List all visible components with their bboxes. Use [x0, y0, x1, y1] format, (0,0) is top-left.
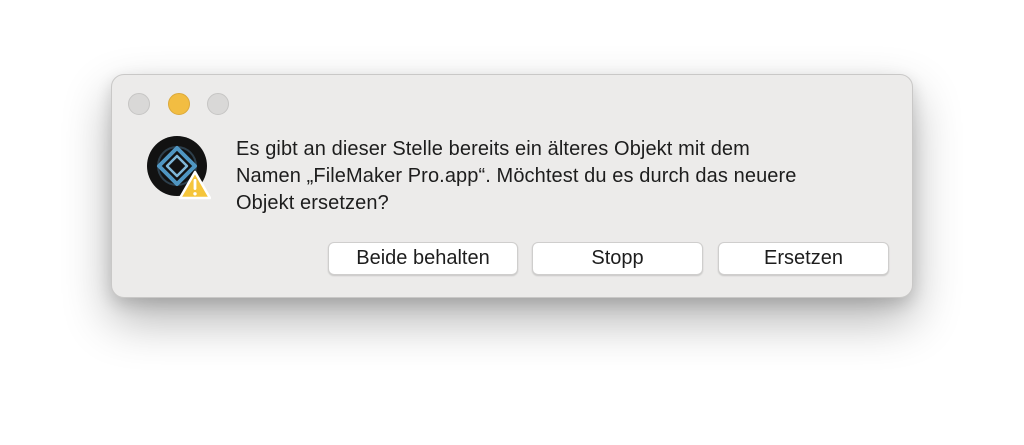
alert-message: Es gibt an dieser Stelle bereits ein ält…: [236, 136, 896, 217]
alert-message-line: Namen „FileMaker Pro.app“. Möchtest du e…: [236, 165, 797, 187]
keep-both-button[interactable]: Beide behalten: [328, 242, 518, 275]
alert-message-line: Es gibt an dieser Stelle bereits ein ält…: [236, 138, 750, 160]
close-window-button[interactable]: [128, 93, 150, 115]
filemaker-pro-icon: [147, 136, 211, 200]
minimize-window-button[interactable]: [168, 93, 190, 115]
alert-message-line: Objekt ersetzen?: [236, 192, 389, 214]
zoom-window-button[interactable]: [207, 93, 229, 115]
stop-button[interactable]: Stopp: [532, 242, 703, 275]
alert-dialog: Es gibt an dieser Stelle bereits ein ält…: [111, 74, 913, 298]
replace-button[interactable]: Ersetzen: [718, 242, 889, 275]
